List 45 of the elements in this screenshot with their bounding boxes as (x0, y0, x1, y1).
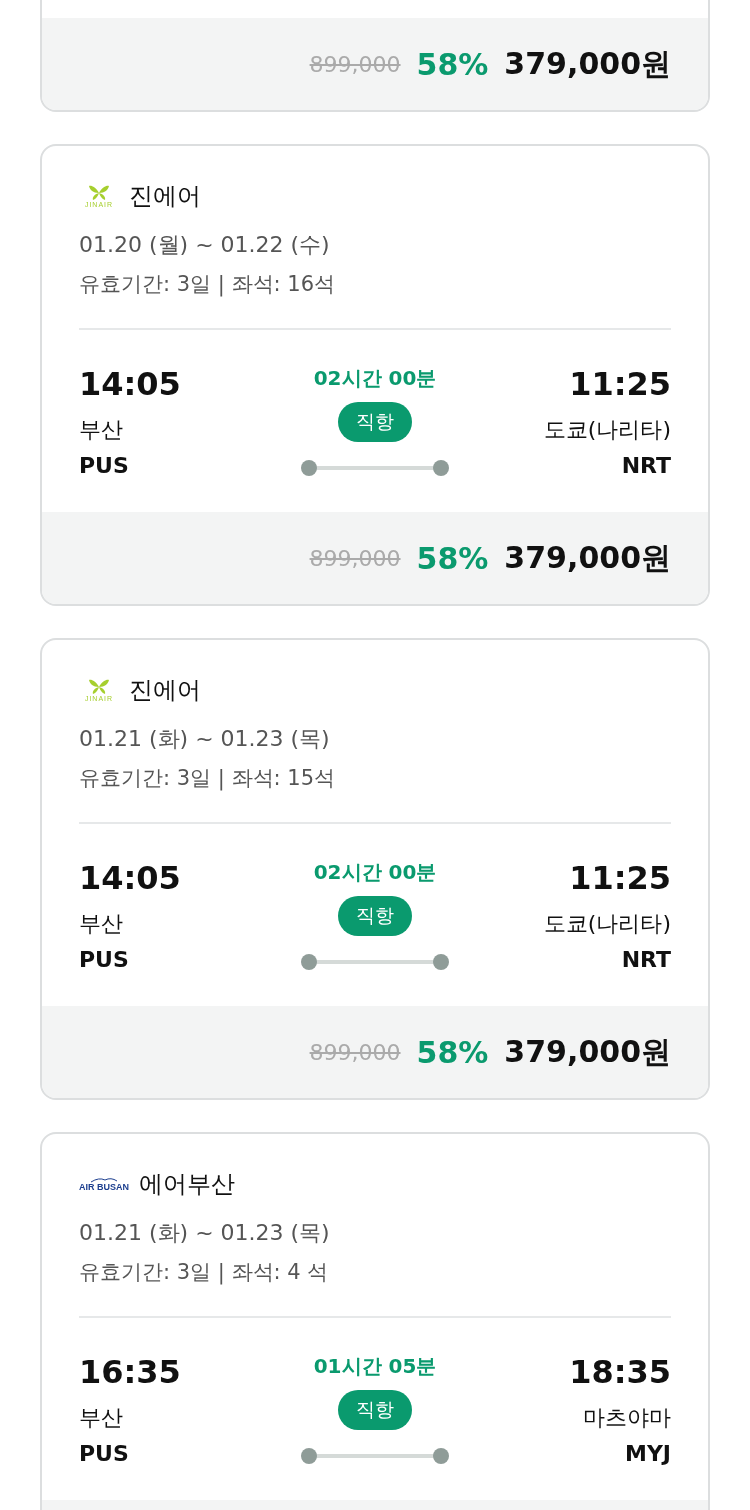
arrival-time: 11:25 (569, 858, 671, 898)
departure-city: 부산 (79, 416, 123, 444)
validity-info: 유효기간: 3일 | 좌석: 4 석 (79, 1259, 330, 1286)
departure-time: 14:05 (79, 858, 181, 898)
flight-duration: 01시간 05분 (313, 1353, 437, 1380)
departure-time: 14:05 (79, 364, 181, 404)
departure-code: PUS (79, 1440, 129, 1468)
validity-info: 유효기간: 3일 | 좌석: 16석 (79, 271, 336, 298)
travel-dates: 01.21 (화) ~ 01.23 (목) (79, 1219, 331, 1247)
original-price: 899,000 (309, 545, 401, 571)
travel-dates: 01.21 (화) ~ 01.23 (목) (79, 725, 331, 753)
discount-rate: 58% (416, 46, 489, 82)
airline-name: 에어부산 (139, 1169, 235, 1200)
airline-logo: AIR BUSAN (79, 1176, 129, 1192)
arrival-time: 18:35 (569, 1352, 671, 1392)
airline-name: 진에어 (129, 181, 201, 212)
arrival-city: 도쿄(나리타) (543, 910, 671, 938)
arrival-code: NRT (621, 946, 671, 974)
departure-time: 16:35 (79, 1352, 181, 1392)
arrival-code: NRT (621, 452, 671, 480)
direct-flight-badge: 직항 (338, 896, 412, 936)
sale-price: 379,000원 (504, 538, 671, 577)
departure-city: 부산 (79, 1404, 123, 1432)
direct-flight-badge: 직항 (338, 402, 412, 442)
arrival-time: 11:25 (569, 364, 671, 404)
arrival-code: MYJ (625, 1440, 671, 1468)
arrival-city: 마츠야마 (583, 1404, 671, 1432)
validity-info: 유효기간: 3일 | 좌석: 15석 (79, 765, 336, 792)
flight-duration: 02시간 00분 (313, 859, 437, 886)
flight-card[interactable]: 899,000 58% 379,000원 (40, 0, 710, 112)
direct-flight-badge: 직항 (338, 1390, 412, 1430)
discount-rate: 58% (416, 540, 489, 576)
departure-city: 부산 (79, 910, 123, 938)
original-price: 899,000 (309, 51, 401, 77)
arrival-city: 도쿄(나리타) (543, 416, 671, 444)
sale-price: 379,000원 (504, 44, 671, 83)
discount-rate: 58% (416, 1034, 489, 1070)
flight-duration: 02시간 00분 (313, 365, 437, 392)
departure-code: PUS (79, 452, 129, 480)
travel-dates: 01.20 (월) ~ 01.22 (수) (79, 231, 331, 259)
sale-price: 379,000원 (504, 1032, 671, 1071)
original-price: 899,000 (309, 1039, 401, 1065)
departure-code: PUS (79, 946, 129, 974)
flight-card[interactable]: AIR BUSAN 에어부산 01.21 (화) ~ 01.23 (목) 유효기간: 3일 | 좌석: 4 석 16:35 부산 PUS 01시간 05분 직항 18:35 마츠야마 MYJ (40, 1132, 710, 1510)
airline-name: 진에어 (129, 675, 201, 706)
